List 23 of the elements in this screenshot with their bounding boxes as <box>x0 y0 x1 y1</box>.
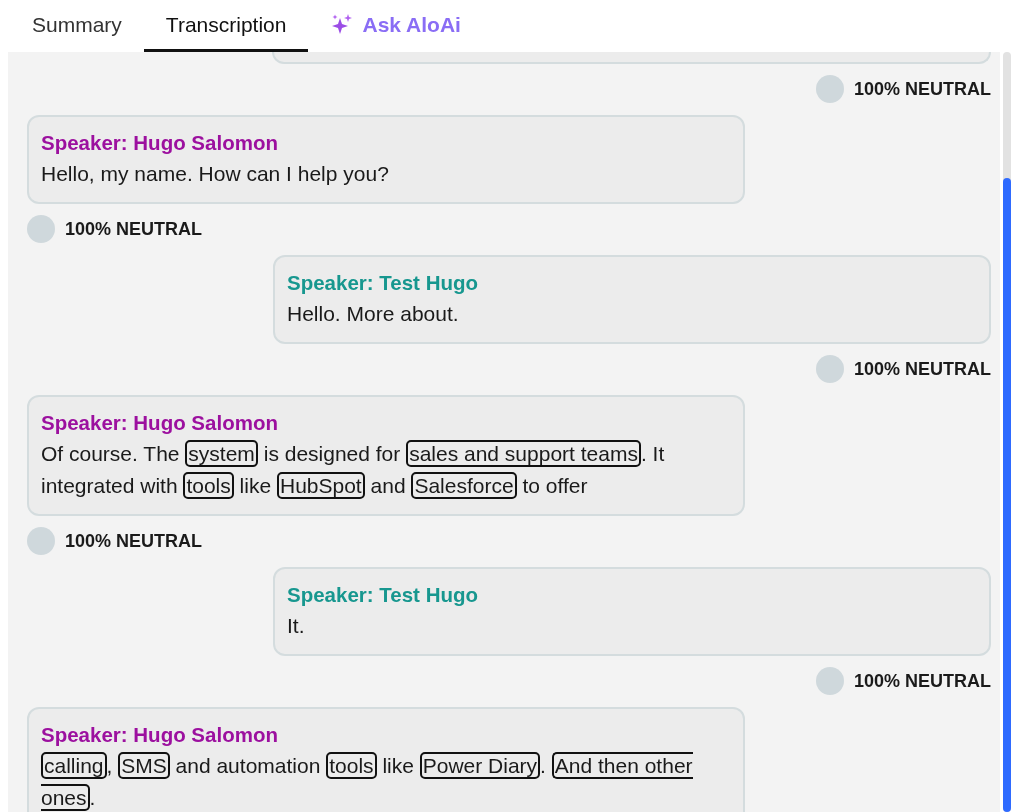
sentiment-label: 100% NEUTRAL <box>65 530 203 552</box>
sentiment-dot <box>815 75 844 103</box>
message-text: Of course. The system is designed for sales and support teams. It integrated with tools like HubSpot and Salesforce to offer <box>41 439 666 501</box>
scrollbar[interactable] <box>1003 52 1011 812</box>
message-text: It. <box>287 613 306 639</box>
sentiment-dot <box>815 667 844 695</box>
speaker-name: Speaker: Hugo Salomon <box>41 722 279 748</box>
speaker-name: Speaker: Hugo Salomon <box>41 130 279 156</box>
tab[interactable]: Ask AloAi <box>308 0 483 52</box>
sentiment-label: 100% NEUTRAL <box>853 78 991 100</box>
sentiment-label: 100% NEUTRAL <box>853 670 991 692</box>
sentiment-label: 100% NEUTRAL <box>853 358 991 380</box>
tab[interactable]: Summary <box>10 0 144 52</box>
speaker-name: Speaker: Test Hugo <box>287 270 479 296</box>
message-text: Hello, my name. How can I help you? <box>41 161 390 187</box>
sentiment-dot <box>27 527 55 555</box>
speaker-name: Speaker: Hugo Salomon <box>41 410 279 436</box>
sentiment-dot <box>815 355 844 383</box>
sentiment-label: 100% NEUTRAL <box>65 218 203 240</box>
speaker-name: Speaker: Test Hugo <box>287 582 479 608</box>
message-text: Hello. More about. <box>287 301 460 327</box>
sentiment-dot <box>27 215 55 243</box>
message-text: calling, SMS and automation tools like Power Diary. And then other ones. <box>41 751 694 812</box>
